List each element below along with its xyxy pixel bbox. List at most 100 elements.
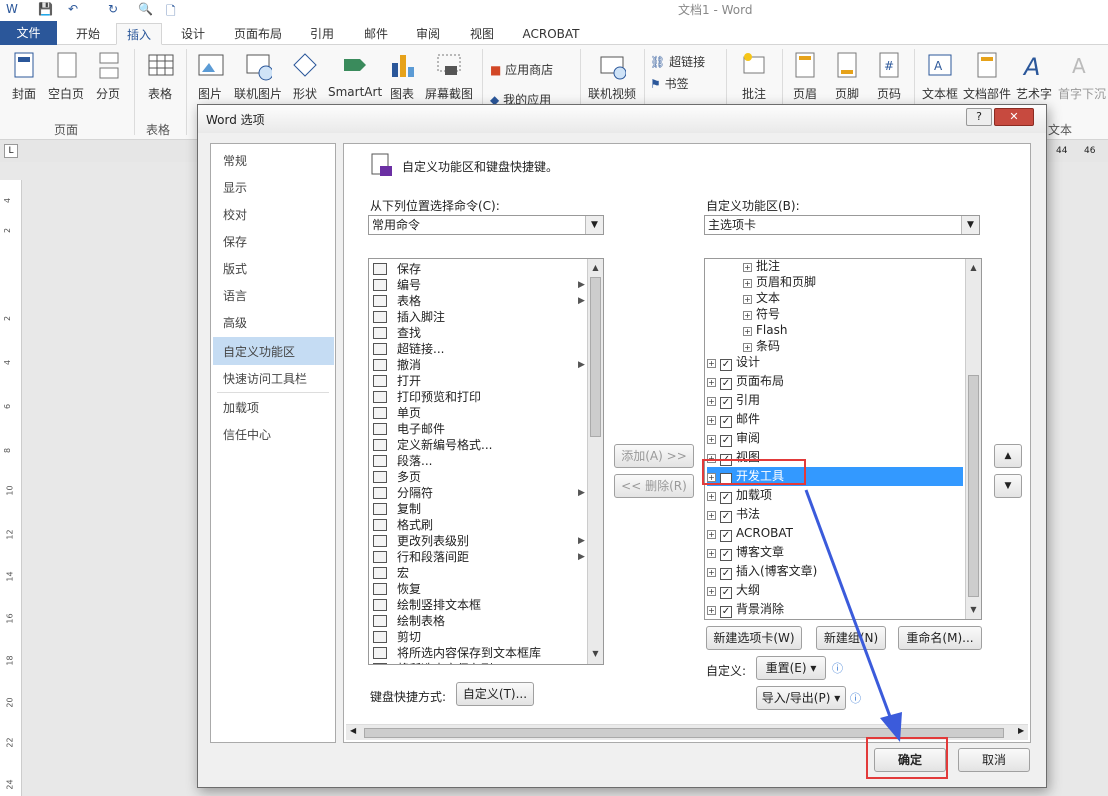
command-item[interactable]: 剪切	[373, 629, 421, 645]
ribbon-tab-item[interactable]: + ✓ 博客文章	[707, 543, 784, 562]
remove-button[interactable]: << 删除(R)	[614, 474, 694, 498]
command-item[interactable]: 撤消 ▶	[373, 357, 585, 373]
command-item[interactable]: 打印预览和打印	[373, 389, 481, 405]
command-item[interactable]: 绘制表格	[373, 613, 445, 629]
nav-item-proofing[interactable]: 校对	[223, 206, 247, 223]
comment-button[interactable]: 批注	[738, 51, 770, 102]
page-break-button[interactable]: 分页	[92, 51, 124, 102]
tree-scrollbar[interactable]: ▲ ▼	[965, 259, 981, 619]
nav-item-customize-ribbon[interactable]: 自定义功能区	[223, 343, 295, 360]
expand-icon[interactable]: +	[707, 492, 716, 501]
command-item[interactable]: 复制	[373, 501, 421, 517]
tab-home[interactable]: 开始	[66, 23, 110, 45]
tab-acrobat[interactable]: ACROBAT	[514, 23, 588, 45]
wordart-button[interactable]: A 艺术字	[1014, 51, 1054, 102]
command-item[interactable]: 更改列表级别 ▶	[373, 533, 585, 549]
chart-button[interactable]: 图表	[388, 51, 416, 102]
cancel-button[interactable]: 取消	[958, 748, 1030, 772]
checkbox[interactable]: ✓	[720, 378, 732, 390]
shapes-button[interactable]: 形状	[290, 51, 320, 102]
command-item[interactable]: 编号 ▶	[373, 277, 585, 293]
scroll-thumb[interactable]	[590, 277, 601, 437]
move-up-button[interactable]: ▲	[994, 444, 1022, 468]
command-item[interactable]: 超链接...	[373, 341, 444, 357]
command-item[interactable]: 将所选内容保存到文本框库	[373, 645, 541, 661]
checkbox[interactable]: ✓	[720, 606, 732, 618]
expand-icon[interactable]: +	[707, 587, 716, 596]
scroll-down-icon[interactable]: ▼	[588, 647, 603, 661]
cover-page-button[interactable]: 封面	[6, 51, 42, 102]
expand-icon[interactable]: +	[707, 397, 716, 406]
quick-parts-button[interactable]: 文档部件	[962, 51, 1012, 102]
expand-icon[interactable]: +	[743, 279, 752, 288]
save-icon[interactable]: 💾	[38, 2, 53, 16]
command-item[interactable]: 定义新编号格式...	[373, 437, 492, 453]
command-item[interactable]: 保存	[373, 261, 421, 277]
commands-scrollbar[interactable]: ▲ ▼	[587, 259, 603, 664]
expand-icon[interactable]: +	[707, 359, 716, 368]
checkbox[interactable]: ✓	[720, 530, 732, 542]
command-item[interactable]: 绘制竖排文本框	[373, 597, 481, 613]
expand-icon[interactable]: +	[707, 549, 716, 558]
checkbox[interactable]: ✓	[720, 511, 732, 523]
command-item[interactable]: 恢复	[373, 581, 421, 597]
command-item[interactable]: 多页	[373, 469, 421, 485]
ribbon-tab-item[interactable]: + ✓ 引用	[707, 391, 760, 410]
app-store-button[interactable]: ■ 应用商店	[490, 61, 574, 78]
expand-icon[interactable]: +	[743, 311, 752, 320]
nav-item-advanced[interactable]: 高级	[223, 314, 247, 331]
commands-source-dropdown[interactable]: 常用命令 ▼	[368, 215, 604, 235]
commands-list[interactable]: 保存 编号 ▶ 表格 ▶ 插入脚注 查找 超链接... 撤消 ▶ 打开 打印预览和打印 单页 电子邮件 定义…	[368, 258, 604, 665]
command-item[interactable]: 分隔符 ▶	[373, 485, 585, 501]
nav-item-addins[interactable]: 加载项	[223, 399, 259, 416]
nav-item-layout[interactable]: 版式	[223, 260, 247, 277]
nav-item-language[interactable]: 语言	[223, 287, 247, 304]
command-item[interactable]: 插入脚注	[373, 309, 445, 325]
ribbon-tab-item[interactable]: + ✓ 大纲	[707, 581, 760, 600]
tab-insert[interactable]: 插入	[116, 23, 162, 45]
print-preview-icon[interactable]: 🔍	[138, 2, 153, 16]
expand-icon[interactable]: +	[743, 327, 752, 336]
new-tab-button[interactable]: 新建选项卡(W)	[706, 626, 802, 650]
scroll-left-icon[interactable]: ◀	[350, 726, 356, 735]
screenshot-button[interactable]: 屏幕截图	[424, 51, 474, 102]
blank-page-button[interactable]: 空白页	[46, 51, 86, 102]
bookmark-button[interactable]: ⚑ 书签	[650, 75, 722, 92]
nav-item-quick-access[interactable]: 快速访问工具栏	[223, 370, 307, 387]
page-number-button[interactable]: # 页码	[874, 51, 904, 102]
expand-icon[interactable]: +	[707, 378, 716, 387]
command-item[interactable]: 查找	[373, 325, 421, 341]
scroll-down-icon[interactable]: ▼	[966, 603, 981, 617]
ribbon-tab-item[interactable]: + ✓ 设计	[707, 353, 760, 372]
ribbon-tab-item[interactable]: + ✓ 书法	[707, 505, 760, 524]
drop-cap-button[interactable]: A 首字下沉	[1056, 51, 1108, 102]
hyperlink-button[interactable]: ⛓ 超链接	[650, 53, 722, 70]
picture-button[interactable]: 图片	[194, 51, 226, 102]
tab-file[interactable]: 文件	[0, 21, 57, 45]
command-item[interactable]: 表格 ▶	[373, 293, 585, 309]
checkbox[interactable]: ✓	[720, 549, 732, 561]
command-item[interactable]: 单页	[373, 405, 421, 421]
command-item[interactable]: 打开	[373, 373, 421, 389]
checkbox[interactable]: ✓	[720, 397, 732, 409]
command-item[interactable]: 行和段落间距 ▶	[373, 549, 585, 565]
add-button[interactable]: 添加(A) >>	[614, 444, 694, 468]
footer-button[interactable]: 页脚	[832, 51, 862, 102]
online-video-button[interactable]: 联机视频	[586, 51, 638, 102]
command-item[interactable]: 宏	[373, 565, 409, 581]
expand-icon[interactable]: +	[707, 606, 716, 615]
online-picture-button[interactable]: 联机图片	[232, 51, 284, 102]
ribbon-tab-item[interactable]: + ✓ 审阅	[707, 429, 760, 448]
expand-icon[interactable]: +	[707, 416, 716, 425]
scroll-up-icon[interactable]: ▲	[966, 261, 981, 275]
nav-item-trust-center[interactable]: 信任中心	[223, 426, 271, 443]
checkbox[interactable]: ✓	[720, 435, 732, 447]
textbox-button[interactable]: A 文本框	[920, 51, 960, 102]
smartart-button[interactable]: SmartArt	[328, 51, 382, 99]
scroll-up-icon[interactable]: ▲	[588, 261, 603, 275]
scroll-thumb[interactable]	[968, 375, 979, 597]
tab-page-layout[interactable]: 页面布局	[226, 23, 290, 45]
ribbon-tab-item[interactable]: + ✓ 页面布局	[707, 372, 784, 391]
scroll-right-icon[interactable]: ▶	[1018, 726, 1024, 735]
expand-icon[interactable]: +	[743, 343, 752, 352]
